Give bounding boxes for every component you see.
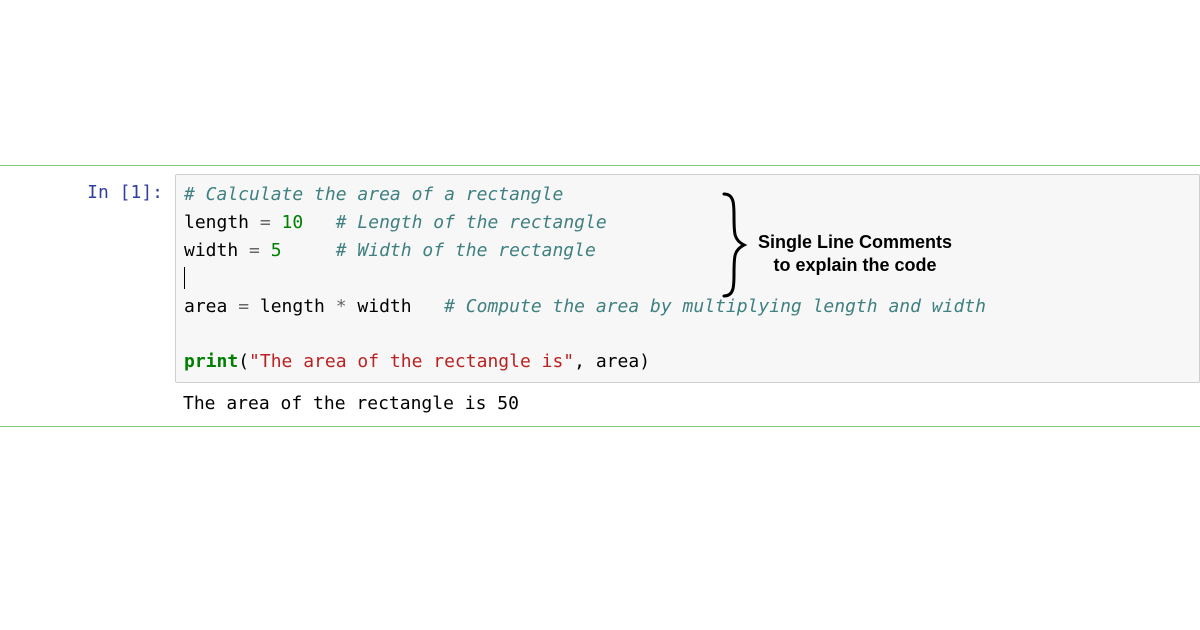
code-builtin: print: [184, 351, 238, 372]
code-comma: ,: [574, 351, 596, 372]
text-cursor: [184, 267, 185, 289]
code-comment: # Calculate the area of a rectangle: [184, 184, 563, 205]
code-space: [303, 212, 336, 233]
code-paren: (: [238, 351, 249, 372]
code-comment: # Width of the rectangle: [336, 240, 596, 261]
code-string: "The area of the rectangle is": [249, 351, 574, 372]
code-comment: # Compute the area by multiplying length…: [444, 296, 986, 317]
code-space: [282, 240, 336, 261]
code-variable: length: [260, 296, 325, 317]
code-input[interactable]: # Calculate the area of a rectangle leng…: [175, 174, 1200, 383]
code-paren: ): [639, 351, 650, 372]
code-variable: width: [357, 296, 411, 317]
code-operator: =: [238, 240, 271, 261]
code-variable: area: [596, 351, 639, 372]
notebook-cell: In [1]: # Calculate the area of a rectan…: [0, 165, 1200, 427]
code-operator: =: [249, 212, 282, 233]
code-variable: width: [184, 240, 238, 261]
input-prompt: In [1]:: [0, 174, 175, 418]
code-variable: area: [184, 296, 227, 317]
cell-output: The area of the rectangle is 50: [175, 383, 1200, 418]
code-comment: # Length of the rectangle: [336, 212, 607, 233]
code-number: 10: [282, 212, 304, 233]
code-operator: *: [325, 296, 358, 317]
code-number: 5: [271, 240, 282, 261]
cell-content: # Calculate the area of a rectangle leng…: [175, 174, 1200, 418]
code-operator: =: [227, 296, 260, 317]
code-space: [412, 296, 445, 317]
code-variable: length: [184, 212, 249, 233]
